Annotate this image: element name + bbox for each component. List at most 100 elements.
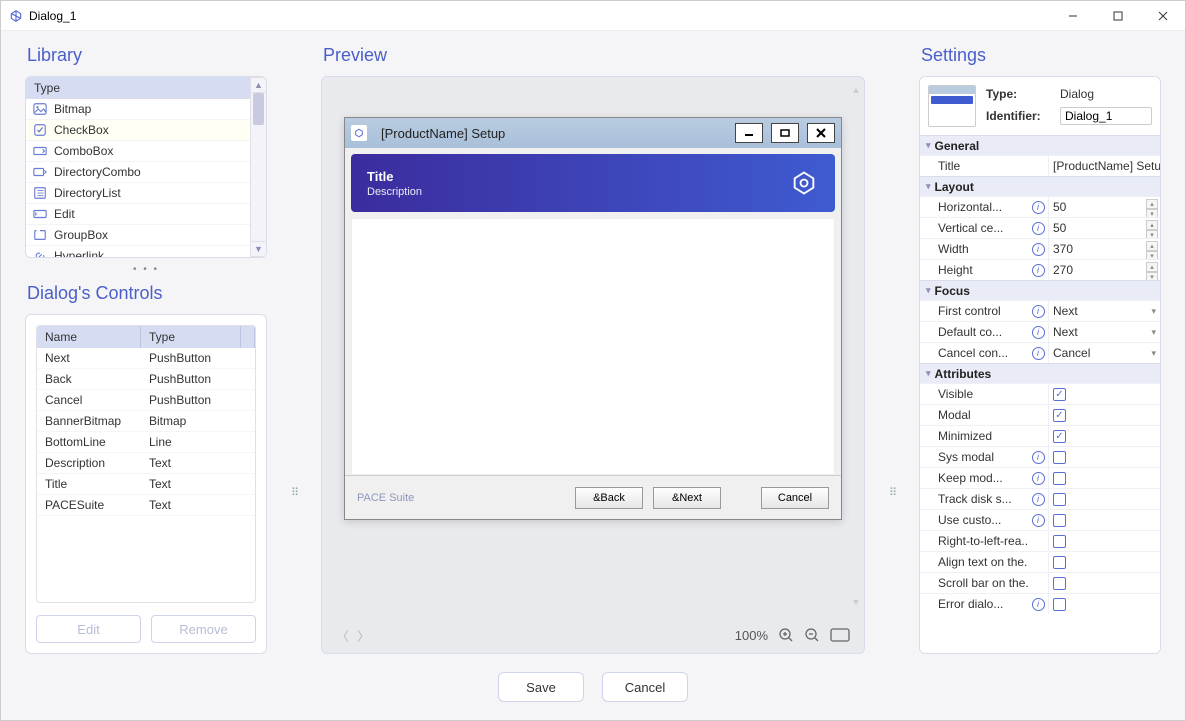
prop-horizontal[interactable]: Horizontal...i50▴▾	[920, 196, 1160, 217]
prop-visible[interactable]: Visible✓	[920, 383, 1160, 404]
library-item-bitmap[interactable]: Bitmap	[26, 99, 250, 120]
control-row[interactable]: PACESuiteText	[37, 495, 255, 516]
checkbox-checked-icon[interactable]: ✓	[1053, 430, 1066, 443]
checkbox-unchecked-icon[interactable]	[1053, 535, 1066, 548]
prop-use-custo[interactable]: Use custo...i	[920, 509, 1160, 530]
prop-vertical[interactable]: Vertical ce...i50▴▾	[920, 217, 1160, 238]
prop-cancel-control[interactable]: Cancel con...iCancel▾	[920, 342, 1160, 363]
splitter-horizontal[interactable]: • • •	[25, 258, 267, 277]
checkbox-unchecked-icon[interactable]	[1053, 577, 1066, 590]
library-header[interactable]: Type	[26, 77, 250, 99]
preview-scrollbar-v[interactable]: ▲▼	[852, 85, 860, 607]
control-row[interactable]: BackPushButton	[37, 369, 255, 390]
preview-back-button[interactable]: &Back	[575, 487, 643, 509]
library-item-checkbox[interactable]: CheckBox	[26, 120, 250, 141]
section-attributes[interactable]: ▾Attributes	[920, 363, 1160, 383]
prop-first-control[interactable]: First controliNext▾	[920, 300, 1160, 321]
preview-prev-icon[interactable]: 〈	[336, 626, 349, 645]
prop-keep-mod[interactable]: Keep mod...i	[920, 467, 1160, 488]
section-focus[interactable]: ▾Focus	[920, 280, 1160, 300]
library-item-hyperlink[interactable]: Hyperlink	[26, 246, 250, 257]
info-icon[interactable]: i	[1028, 239, 1048, 259]
info-icon[interactable]: i	[1028, 447, 1048, 467]
info-icon[interactable]: i	[1028, 343, 1048, 363]
info-icon[interactable]: i	[1028, 594, 1048, 614]
minimize-button[interactable]	[1050, 1, 1095, 31]
prop-track-disk[interactable]: Track disk s...i	[920, 488, 1160, 509]
info-icon[interactable]: i	[1028, 260, 1048, 280]
header-type[interactable]: Type	[141, 326, 241, 348]
prop-modal[interactable]: Modal✓	[920, 404, 1160, 425]
info-icon[interactable]: i	[1028, 489, 1048, 509]
identifier-input[interactable]	[1060, 107, 1152, 125]
library-scrollbar[interactable]: ▲ ▼	[250, 77, 266, 257]
checkbox-unchecked-icon[interactable]	[1053, 451, 1066, 464]
spinner[interactable]: ▴▾	[1146, 199, 1158, 215]
library-item-groupbox[interactable]: GroupBox	[26, 225, 250, 246]
spinner[interactable]: ▴▾	[1146, 220, 1158, 236]
scroll-thumb[interactable]	[253, 93, 264, 125]
checkbox-unchecked-icon[interactable]	[1053, 514, 1066, 527]
zoom-out-icon[interactable]	[804, 627, 820, 643]
checkbox-checked-icon[interactable]: ✓	[1053, 388, 1066, 401]
remove-control-button[interactable]: Remove	[151, 615, 256, 643]
maximize-button[interactable]	[1095, 1, 1140, 31]
checkbox-unchecked-icon[interactable]	[1053, 556, 1066, 569]
prop-rtl-read[interactable]: Right-to-left-rea...	[920, 530, 1160, 551]
checkbox-unchecked-icon[interactable]	[1053, 598, 1066, 611]
checkbox-checked-icon[interactable]: ✓	[1053, 409, 1066, 422]
spinner[interactable]: ▴▾	[1146, 262, 1158, 278]
spinner[interactable]: ▴▾	[1146, 241, 1158, 257]
library-list[interactable]: Bitmap CheckBox ComboBox DirectoryCombo …	[26, 99, 250, 257]
scroll-up-icon[interactable]: ▲	[251, 77, 266, 93]
fit-screen-icon[interactable]	[830, 628, 850, 642]
control-row[interactable]: NextPushButton	[37, 348, 255, 369]
library-item-edit[interactable]: Edit	[26, 204, 250, 225]
info-icon[interactable]: i	[1028, 301, 1048, 321]
control-row[interactable]: BottomLineLine	[37, 432, 255, 453]
splitter-left-icon[interactable]: ⠿	[287, 331, 301, 654]
section-general[interactable]: ▾General	[920, 135, 1160, 155]
preview-minimize-button[interactable]	[735, 123, 763, 143]
prop-error-dialo[interactable]: Error dialo...i	[920, 593, 1160, 614]
zoom-in-icon[interactable]	[778, 627, 794, 643]
section-layout[interactable]: ▾Layout	[920, 176, 1160, 196]
info-icon[interactable]: i	[1028, 322, 1048, 342]
library-item-directorycombo[interactable]: DirectoryCombo	[26, 162, 250, 183]
preview-close-button[interactable]	[807, 123, 835, 143]
prop-sys-modal[interactable]: Sys modali	[920, 446, 1160, 467]
edit-control-button[interactable]: Edit	[36, 615, 141, 643]
library-item-directorylist[interactable]: DirectoryList	[26, 183, 250, 204]
control-row[interactable]: CancelPushButton	[37, 390, 255, 411]
control-row[interactable]: TitleText	[37, 474, 255, 495]
splitter-right-icon[interactable]: ⠿	[885, 331, 899, 654]
info-icon[interactable]: i	[1028, 510, 1048, 530]
prop-minimized[interactable]: Minimized✓	[920, 425, 1160, 446]
prop-height[interactable]: Heighti270▴▾	[920, 259, 1160, 280]
control-row[interactable]: BannerBitmapBitmap	[37, 411, 255, 432]
preview-dialog[interactable]: [ProductName] Setup Title Description	[344, 117, 842, 520]
prop-width[interactable]: Widthi370▴▾	[920, 238, 1160, 259]
preview-banner[interactable]: Title Description	[351, 154, 835, 212]
save-button[interactable]: Save	[498, 672, 584, 702]
close-button[interactable]	[1140, 1, 1185, 31]
preview-next-button[interactable]: &Next	[653, 487, 721, 509]
preview-maximize-button[interactable]	[771, 123, 799, 143]
prop-default-control[interactable]: Default co...iNext▾	[920, 321, 1160, 342]
prop-title[interactable]: Title[ProductName] Setup	[920, 155, 1160, 176]
info-icon[interactable]: i	[1028, 468, 1048, 488]
preview-cancel-button[interactable]: Cancel	[761, 487, 829, 509]
control-row[interactable]: DescriptionText	[37, 453, 255, 474]
prop-scroll-bar[interactable]: Scroll bar on the...	[920, 572, 1160, 593]
preview-body[interactable]	[351, 218, 835, 475]
cancel-button[interactable]: Cancel	[602, 672, 688, 702]
header-name[interactable]: Name	[37, 326, 141, 348]
info-icon[interactable]: i	[1028, 197, 1048, 217]
checkbox-unchecked-icon[interactable]	[1053, 472, 1066, 485]
checkbox-unchecked-icon[interactable]	[1053, 493, 1066, 506]
info-icon[interactable]: i	[1028, 218, 1048, 238]
library-item-combobox[interactable]: ComboBox	[26, 141, 250, 162]
preview-next-icon[interactable]: 〉	[357, 626, 370, 645]
prop-align-text[interactable]: Align text on the...	[920, 551, 1160, 572]
scroll-down-icon[interactable]: ▼	[251, 241, 266, 257]
